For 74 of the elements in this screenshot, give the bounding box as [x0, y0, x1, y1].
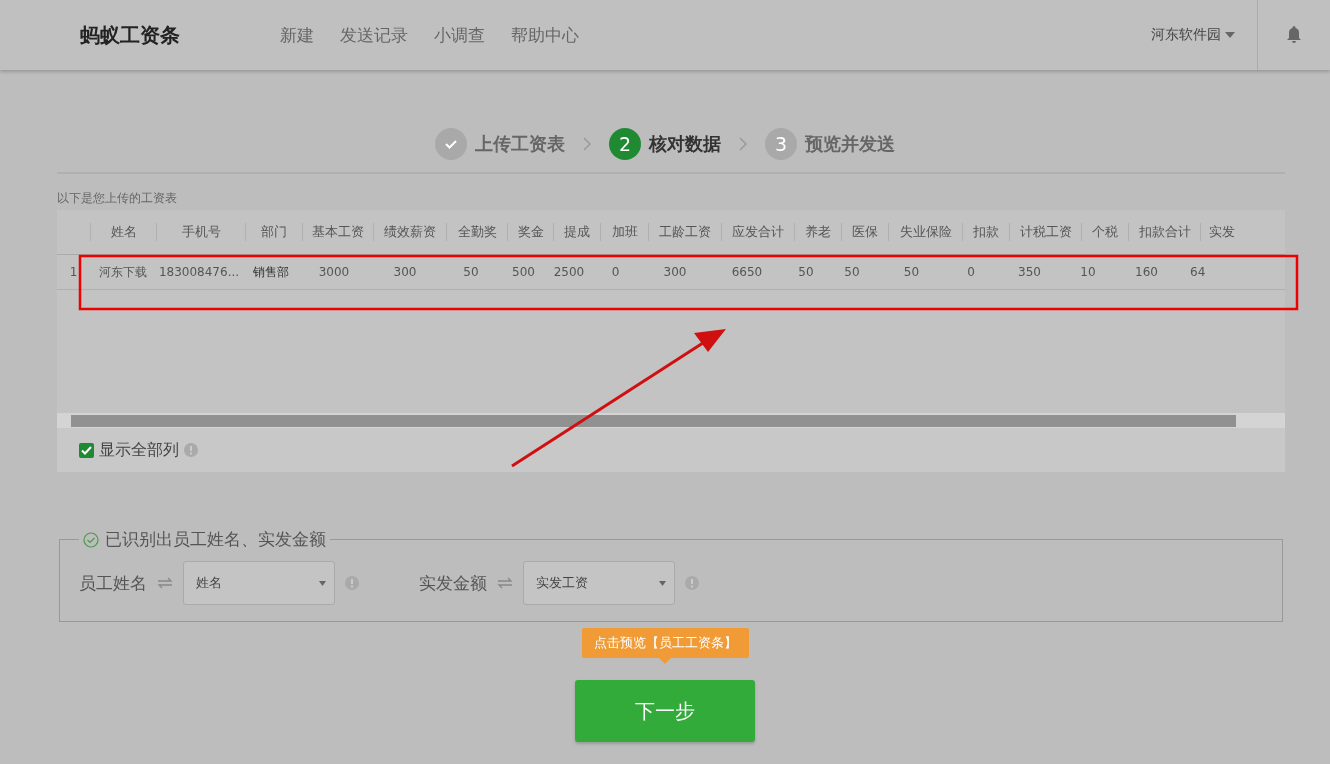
column-header: 计税工资 [1019, 224, 1072, 239]
user-menu[interactable]: 河东软件园 [1151, 26, 1235, 44]
logo[interactable]: 蚂蚁工资条 [80, 21, 280, 49]
column-header: 绩效薪资 [384, 224, 436, 239]
chevron-icon [739, 137, 747, 151]
table-caption: 以下是您上传的工资表 [57, 190, 178, 207]
column-header: 加班 [611, 224, 638, 239]
column-header: 失业保险 [899, 224, 952, 239]
bell-icon[interactable] [1286, 26, 1302, 44]
swap-icon [157, 577, 173, 589]
table-cell: 0 [967, 265, 975, 279]
checkbox[interactable] [79, 442, 94, 458]
table-cell: 50 [844, 265, 860, 279]
column-header: 实发 [1209, 224, 1235, 239]
step-label: 预览并发送 [805, 132, 895, 156]
info-icon[interactable] [685, 576, 699, 590]
column-header: 扣款 [973, 224, 999, 239]
column-header: 部门 [261, 224, 287, 239]
hint-tooltip: 点击预览【员工工资条】 [581, 628, 749, 658]
table-cell: 1 [69, 265, 78, 279]
table-cell: 183008476... [158, 265, 240, 279]
nav-link[interactable]: 新建 [280, 23, 314, 47]
column-dropdown[interactable]: 实发工资 [523, 561, 675, 605]
table-cell: 50 [798, 265, 814, 279]
table-cell: 50 [903, 265, 920, 279]
column-header: 基本工资 [312, 224, 364, 239]
nav-link[interactable]: 小调查 [434, 23, 485, 47]
column-header: 养老 [805, 224, 831, 239]
step-number: 2 [609, 128, 641, 160]
checkbox-label[interactable]: 显示全部列 [99, 439, 179, 461]
column-header: 手机号 [181, 224, 221, 239]
column-header: 扣款合计 [1138, 224, 1191, 239]
column-dropdown[interactable]: 姓名 [183, 561, 335, 605]
field-label: 实发金额 [419, 571, 487, 595]
nav-link[interactable]: 帮助中心 [511, 23, 579, 47]
column-header: 个税 [1092, 224, 1118, 239]
check-circle-icon [83, 531, 99, 548]
column-header: 奖金 [517, 224, 544, 239]
table-cell: 10 [1080, 265, 1096, 279]
field-label: 员工姓名 [79, 571, 147, 595]
table-cell: 河东下载 [98, 264, 147, 279]
table-cell: 160 [1135, 265, 1158, 279]
column-header: 应发合计 [732, 224, 784, 239]
table-cell: 6650 [731, 265, 763, 279]
info-icon[interactable] [345, 576, 359, 590]
column-header: 提成 [564, 224, 590, 239]
table-cell: 0 [611, 265, 620, 279]
table-cell: 3000 [318, 265, 350, 279]
column-header: 医保 [852, 224, 878, 239]
step-label: 上传工资表 [475, 132, 565, 156]
chevron-icon [583, 137, 591, 151]
table-cell: 300 [663, 265, 687, 279]
swap-icon [497, 577, 513, 589]
column-header: 工龄工资 [659, 224, 711, 239]
table-cell: 50 [463, 265, 479, 279]
table-cell: 350 [1018, 265, 1041, 279]
table-cell: 64 [1190, 265, 1206, 279]
table-cell: 300 [393, 265, 417, 279]
horizontal-scrollbar[interactable] [57, 413, 1285, 428]
column-header: 全勤奖 [457, 224, 497, 239]
step-label: 核对数据 [649, 132, 721, 156]
nav-link[interactable]: 发送记录 [340, 23, 408, 47]
caret-icon [1225, 32, 1235, 38]
table-cell: 500 [512, 265, 535, 279]
caret-icon [659, 580, 666, 586]
info-icon[interactable] [184, 443, 198, 457]
step-number: 3 [765, 128, 797, 160]
next-step-button[interactable]: 下一步 [575, 680, 755, 742]
panel-title: 已识别出员工姓名、实发金额 [105, 528, 326, 551]
caret-icon [319, 580, 326, 586]
table-cell: 2500 [553, 265, 585, 279]
tooltip-pointer [659, 658, 671, 664]
column-header: 姓名 [110, 224, 137, 239]
table-cell: 销售部 [253, 264, 289, 279]
